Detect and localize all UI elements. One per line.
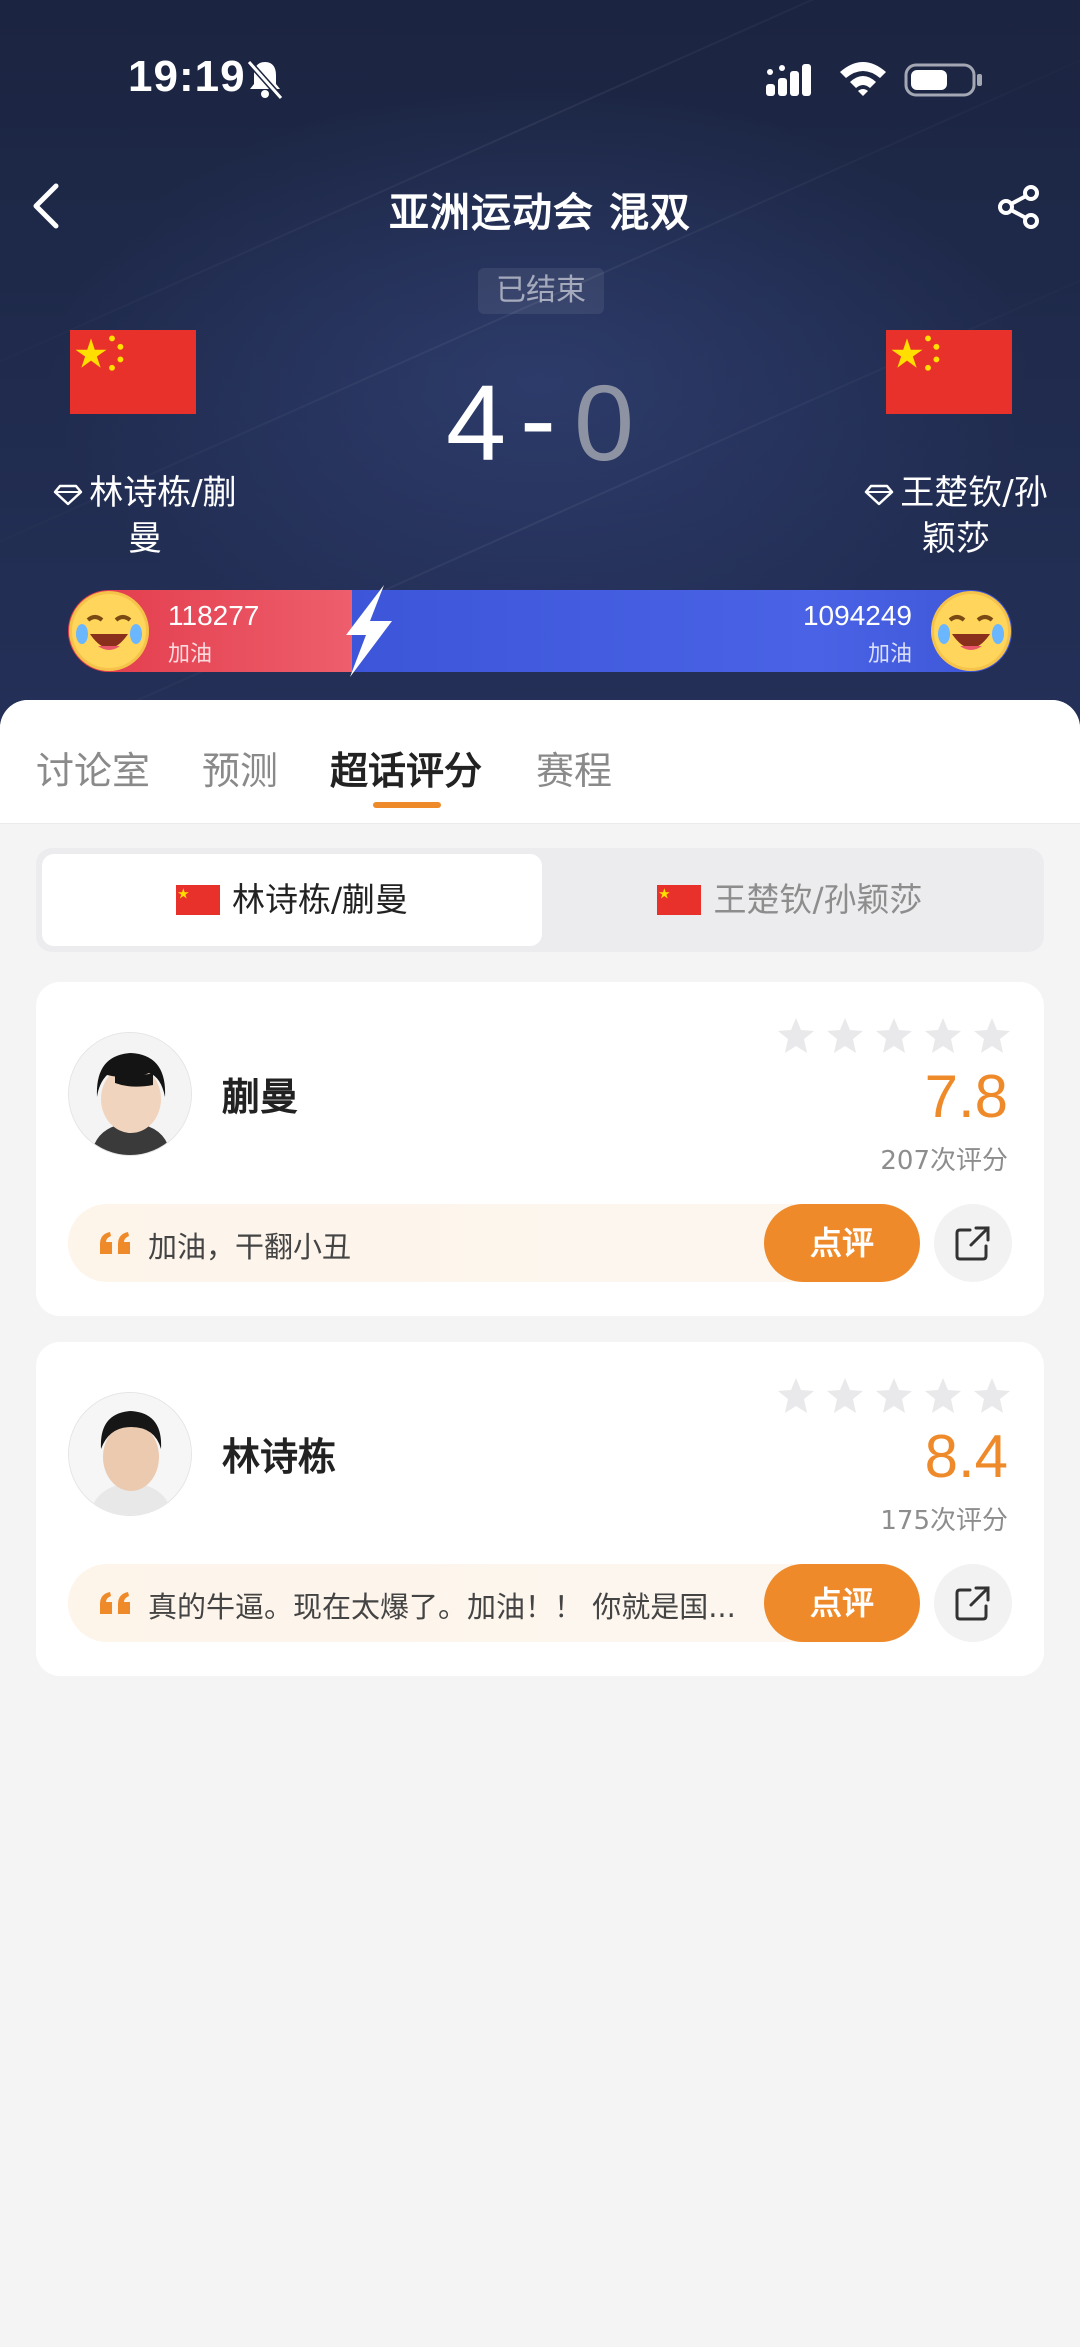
- status-time: 19:19: [128, 52, 246, 101]
- home-cheer-label: 加油: [168, 642, 213, 667]
- external-share-icon: [955, 1586, 990, 1621]
- home-score: 4: [446, 362, 507, 483]
- away-cheer-fill[interactable]: [352, 590, 1012, 672]
- home-team-name-line1: 林诗栋/蒯: [89, 473, 237, 513]
- comment-text: 加油，干翻小丑: [148, 1230, 352, 1264]
- segment-home-team[interactable]: 林诗栋/蒯曼: [42, 854, 542, 946]
- cheer-emoji-icon[interactable]: [930, 590, 1012, 672]
- player-name: 蒯曼: [222, 1075, 299, 1119]
- rating-count: 175次评分: [880, 1506, 1008, 1536]
- china-flag-icon: [657, 885, 702, 915]
- share-button[interactable]: [934, 1204, 1012, 1282]
- cheer-emoji-icon[interactable]: [68, 590, 150, 672]
- away-team-name-line2: 颖莎: [922, 519, 990, 559]
- tab-bar: 讨论室 预测 超话评分 赛程: [0, 700, 1080, 824]
- rating-count: 207次评分: [880, 1146, 1008, 1176]
- back-arrow-icon[interactable]: [22, 176, 72, 236]
- cheer-bar: 118277 加油 1094249 加油: [68, 590, 1012, 672]
- segment-home-label: 林诗栋/蒯曼: [231, 880, 409, 919]
- player-score: 7.8: [924, 1063, 1008, 1130]
- review-button[interactable]: 点评: [764, 1204, 920, 1282]
- diamond-icon: [54, 484, 83, 505]
- away-team-name[interactable]: 王楚钦/孙 颖莎: [846, 470, 1066, 562]
- diamond-icon: [865, 484, 894, 505]
- china-flag-icon: [886, 330, 1012, 414]
- home-team-name-line2: 曼: [128, 519, 162, 559]
- active-tab-indicator: [373, 802, 441, 808]
- external-share-icon: [955, 1226, 990, 1261]
- share-icon[interactable]: [996, 184, 1042, 230]
- share-button[interactable]: [934, 1564, 1012, 1642]
- away-score: 0: [574, 362, 635, 483]
- china-flag-icon: [70, 330, 196, 414]
- lightning-bolt-icon: [346, 585, 392, 677]
- segment-away-label: 王楚钦/孙颖莎: [713, 880, 923, 919]
- match-header: 19:19 亚洲运动会 混双 已结束 4 - 0 林诗栋/蒯 曼 王楚钦/孙 颖…: [0, 0, 1080, 740]
- battery-icon: [904, 63, 982, 97]
- home-team-name[interactable]: 林诗栋/蒯 曼: [30, 470, 260, 562]
- china-flag-icon: [175, 885, 220, 915]
- review-button[interactable]: 点评: [764, 1564, 920, 1642]
- player-rating-card[interactable]: 林诗栋 8.4 175次评分 真的牛逼。现在太爆了。加油！！ 你就是国... 点…: [36, 1342, 1044, 1676]
- wifi-icon: [840, 62, 886, 96]
- tab-prediction[interactable]: 预测: [202, 740, 278, 795]
- away-team-name-line1: 王楚钦/孙: [900, 473, 1048, 513]
- quote-icon: [100, 1232, 130, 1254]
- star-rating-icon[interactable]: [776, 1016, 1016, 1056]
- comment-text: 真的牛逼。现在太爆了。加油！！ 你就是国...: [148, 1590, 736, 1624]
- cellular-signal-icon: [766, 64, 811, 96]
- status-bar: 19:19: [0, 0, 1080, 160]
- avatar[interactable]: [68, 1392, 192, 1516]
- match-status-badge: 已结束: [478, 268, 604, 314]
- star-rating-icon[interactable]: [776, 1376, 1016, 1416]
- avatar[interactable]: [68, 1032, 192, 1156]
- bell-muted-icon: [246, 60, 284, 100]
- away-cheer-label: 加油: [867, 642, 912, 667]
- score-separator: -: [520, 358, 556, 479]
- tab-schedule[interactable]: 赛程: [536, 740, 612, 795]
- quote-icon: [100, 1592, 130, 1614]
- player-name: 林诗栋: [222, 1435, 337, 1479]
- tab-rating[interactable]: 超话评分: [330, 740, 482, 795]
- tab-discussion[interactable]: 讨论室: [36, 740, 150, 795]
- player-score: 8.4: [924, 1423, 1008, 1490]
- away-cheer-count: 1094249: [802, 600, 912, 631]
- segment-away-team[interactable]: 王楚钦/孙颖莎: [542, 854, 1038, 946]
- content-panel: 讨论室 预测 超话评分 赛程 林诗栋/蒯曼 王楚钦/孙颖莎 蒯曼 7.8 207…: [0, 700, 1080, 2347]
- player-rating-card[interactable]: 蒯曼 7.8 207次评分 加油，干翻小丑 点评: [36, 982, 1044, 1316]
- home-cheer-count: 118277: [168, 600, 260, 631]
- team-segmented-control: 林诗栋/蒯曼 王楚钦/孙颖莎: [36, 848, 1044, 952]
- page-title: 亚洲运动会 混双: [389, 190, 691, 236]
